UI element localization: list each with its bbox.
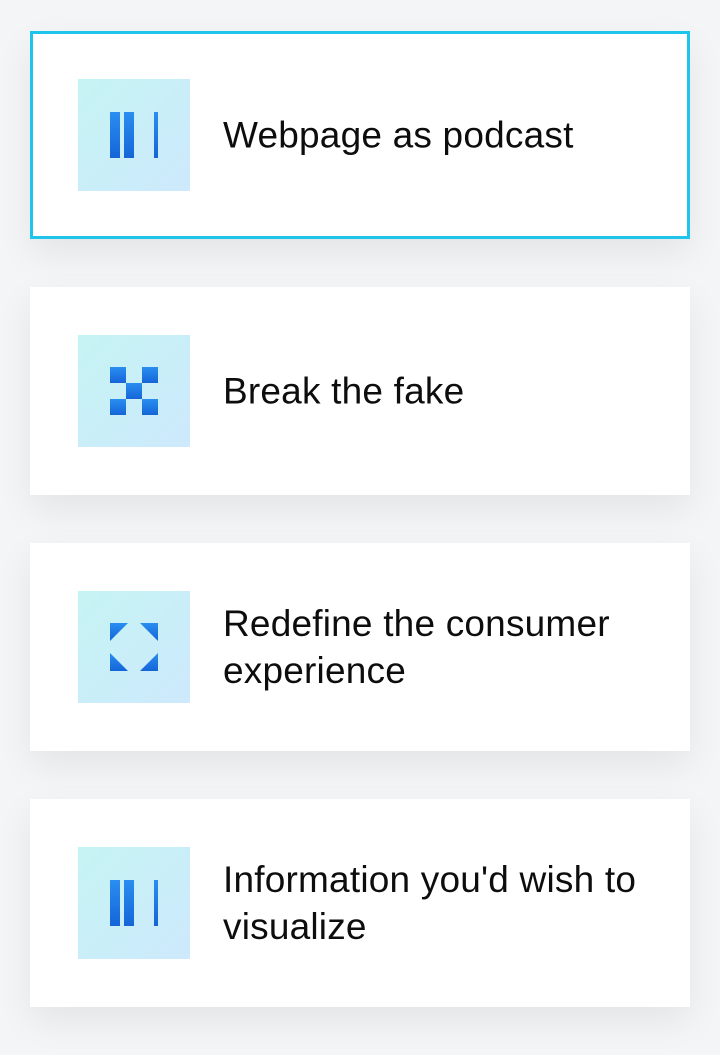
feature-card-webpage-as-podcast[interactable]: Webpage as podcast (30, 31, 690, 239)
feature-label: Webpage as podcast (223, 114, 574, 156)
feature-label: Redefine the consumer experience (223, 603, 610, 691)
feature-list: Webpage as podcast Break the fake Redefi… (30, 31, 690, 1055)
bars-icon (78, 79, 190, 191)
feature-label: Information you'd wish to visualize (223, 859, 637, 947)
checker-icon (78, 335, 190, 447)
corners-icon (78, 591, 190, 703)
feature-label: Break the fake (223, 370, 465, 412)
bars-icon (78, 847, 190, 959)
feature-card-break-the-fake[interactable]: Break the fake (30, 287, 690, 495)
feature-card-redefine-consumer-experience[interactable]: Redefine the consumer experience (30, 543, 690, 751)
feature-card-information-visualize[interactable]: Information you'd wish to visualize (30, 799, 690, 1007)
